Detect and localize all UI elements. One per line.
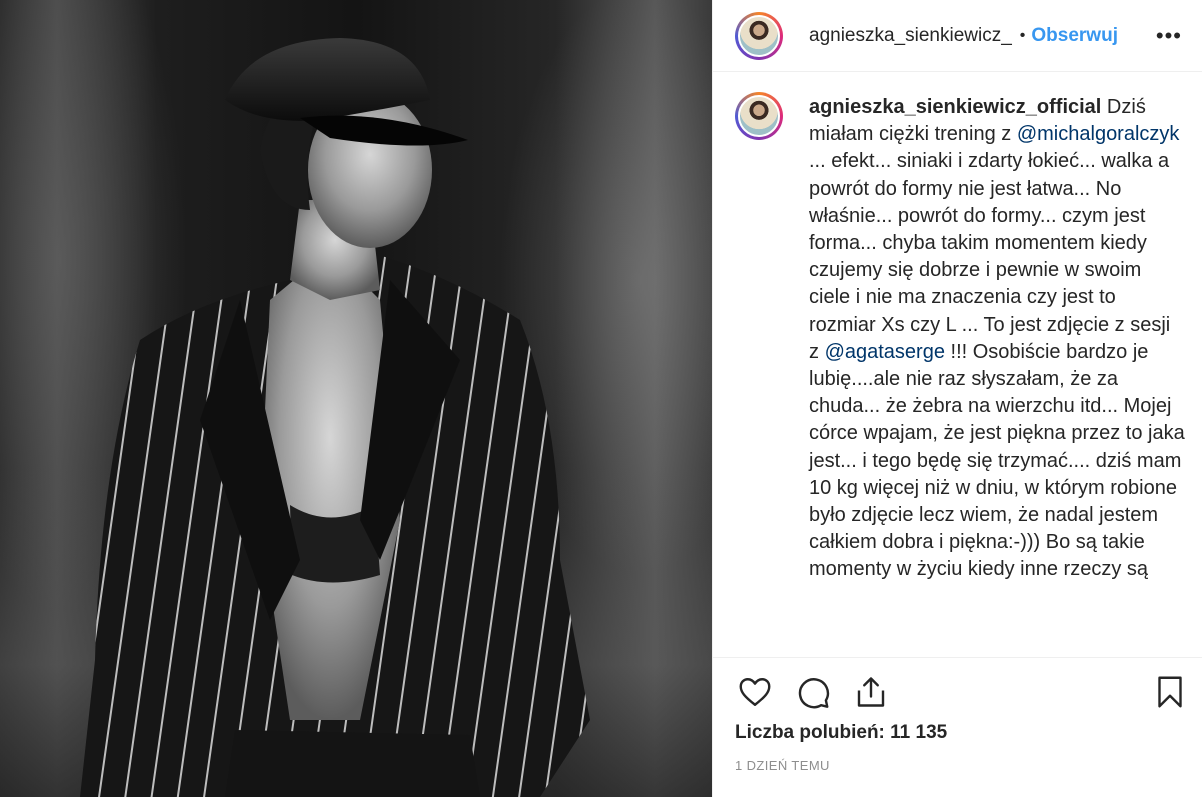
comment-icon [798,678,830,709]
caption-text: agnieszka_sienkiewicz_official Dziś miał… [809,94,1185,584]
caption-username[interactable]: agnieszka_sienkiewicz_official [809,96,1101,118]
bookmark-icon [1158,676,1182,708]
post-header: agnieszka_sienkiewicz_ • Obserwuj ••• [713,0,1202,72]
action-buttons [735,672,1186,712]
caption-text-segment: ... efekt... siniaki i zdarty łokieć... … [809,150,1171,363]
header-separator: • [1019,26,1026,44]
share-button[interactable] [851,672,891,712]
avatar-image [738,95,780,137]
mention-link[interactable]: @michalgoralczyk [1017,123,1180,145]
save-button[interactable] [1150,672,1190,712]
follow-button[interactable]: Obserwuj [1031,25,1118,47]
author-avatar[interactable] [735,11,783,60]
post-photo[interactable] [0,0,712,797]
comments-section[interactable]: agnieszka_sienkiewicz_official Dziś miał… [713,72,1202,657]
heart-icon [739,678,771,706]
author-username[interactable]: agnieszka_sienkiewicz_ [809,25,1012,47]
comment-button[interactable] [793,672,833,712]
instagram-post: agnieszka_sienkiewicz_ • Obserwuj ••• ag… [0,0,1202,797]
like-button[interactable] [735,672,775,712]
mention-link[interactable]: @agataserge [825,341,945,363]
caption-text-segment: !!! Osobiście bardzo je lubię....ale nie… [809,340,1185,581]
likes-count[interactable]: Liczba polubień: 11 135 [735,722,1186,744]
more-options-button[interactable]: ••• [1152,23,1186,49]
share-icon [857,677,885,707]
woman-figure-illustration [80,38,590,797]
post-side-panel: agnieszka_sienkiewicz_ • Obserwuj ••• ag… [712,0,1202,797]
actions-bar: Liczba polubień: 11 135 1 DZIEŃ TEMU [713,657,1202,797]
caption-author-avatar[interactable] [735,92,783,140]
post-timestamp[interactable]: 1 DZIEŃ TEMU [735,758,1186,773]
caption: agnieszka_sienkiewicz_official Dziś miał… [735,92,1186,584]
avatar-image [738,14,780,57]
